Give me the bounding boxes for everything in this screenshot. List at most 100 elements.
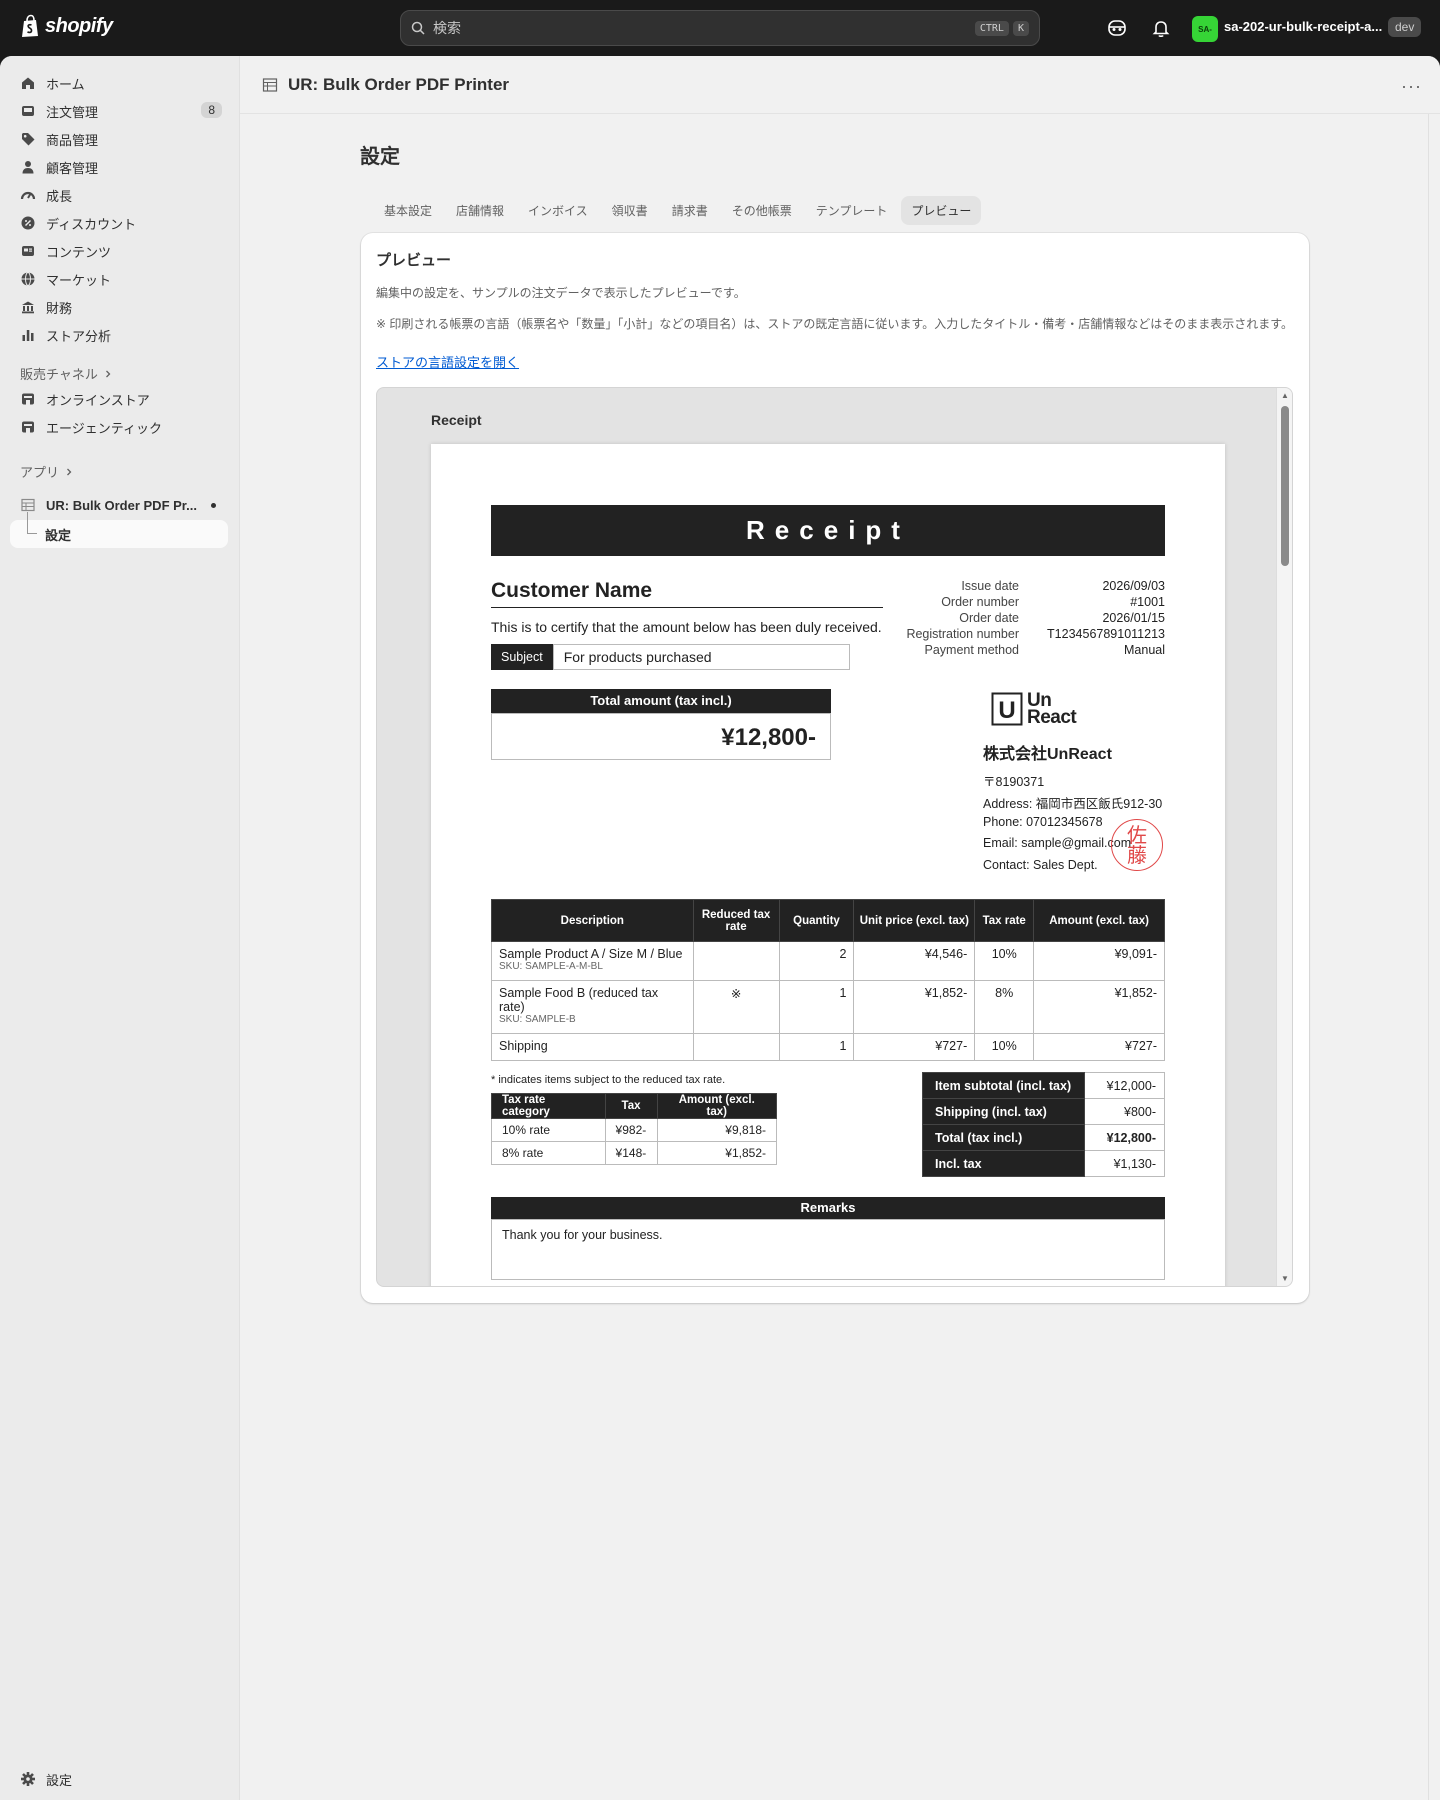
chevron-right-icon bbox=[67, 468, 72, 475]
cell-description: Sample Product A / Size M / Blue SKU: SAM… bbox=[491, 941, 694, 981]
sidebar-item-online-store[interactable]: オンラインストア bbox=[10, 386, 228, 412]
sidebar-item-label: 設定 bbox=[46, 1772, 73, 1788]
summary-label: Shipping (incl. tax) bbox=[921, 1098, 1086, 1125]
sidebar-item-agentic[interactable]: エージェンティック bbox=[10, 414, 228, 440]
store-language-link[interactable]: ストアの言語設定を開く bbox=[376, 352, 519, 371]
tab-other-docs[interactable]: その他帳票 bbox=[722, 196, 802, 225]
line-items-table: Description Reduced tax rate Quantity Un… bbox=[491, 899, 1165, 1061]
scroll-up-icon[interactable]: ▲ bbox=[1281, 391, 1289, 400]
company-address: Address: 福岡市西区飯氏912-30 bbox=[983, 797, 1163, 811]
tab-bill[interactable]: 請求書 bbox=[662, 196, 718, 225]
tab-store-info[interactable]: 店舗情報 bbox=[446, 196, 514, 225]
sidebar-item-customers[interactable]: 顧客管理 bbox=[10, 154, 228, 180]
sidebar-item-content[interactable]: コンテンツ bbox=[10, 238, 228, 264]
settings-tabs: 基本設定 店舗情報 インボイス 領収書 請求書 その他帳票 テンプレート プレビ… bbox=[374, 196, 982, 225]
apps-header[interactable]: アプリ bbox=[20, 462, 73, 481]
receipt-meta: Issue date 2026/09/03 Order number #1001 O… bbox=[901, 578, 1165, 658]
summary-value: ¥12,000- bbox=[1084, 1072, 1165, 1099]
sidebar-item-growth[interactable]: 成長 bbox=[10, 182, 228, 208]
company-email: Email: sample@gmail.com bbox=[983, 836, 1132, 850]
shopify-logo[interactable]: shopify bbox=[20, 14, 113, 38]
sidebar-item-orders[interactable]: 注文管理 8 bbox=[10, 98, 228, 124]
card-title: プレビュー bbox=[376, 252, 452, 269]
sidebar-item-app[interactable]: UR: Bulk Order PDF Pr... bbox=[10, 492, 228, 518]
cell-qty: 1 bbox=[778, 980, 855, 1034]
cell-reduced: ※ bbox=[692, 980, 780, 1034]
meta-key: Payment method bbox=[924, 643, 1020, 657]
seal-char-bottom: 藤 bbox=[1127, 843, 1147, 867]
receipt-preview-frame[interactable]: Receipt ▲ ▼ Receipt Customer Name This i… bbox=[376, 387, 1293, 1287]
top-bar: shopify 検索 CTRL K SA- sa-202-ur-bulk-rec… bbox=[0, 0, 1440, 56]
sidebar-item-label: エージェンティック bbox=[46, 420, 162, 436]
sidebar-item-settings[interactable]: 設定 bbox=[10, 1766, 72, 1792]
sidebar-item-home[interactable]: ホーム bbox=[10, 70, 228, 96]
sidebar-item-label: マーケット bbox=[46, 272, 112, 288]
gear-icon bbox=[21, 1772, 35, 1786]
sidebar-item-finance[interactable]: 財務 bbox=[10, 294, 228, 320]
apps-label: アプリ bbox=[20, 465, 60, 480]
store-avatar[interactable]: SA- bbox=[1192, 16, 1218, 42]
tab-preview[interactable]: プレビュー bbox=[901, 196, 982, 225]
table-header-row: Description Reduced tax rate Quantity Un… bbox=[491, 899, 1165, 942]
preview-scrollbar[interactable]: ▲ ▼ bbox=[1276, 388, 1292, 1286]
inbox-icon bbox=[22, 106, 34, 116]
meta-key: Order date bbox=[959, 611, 1019, 625]
store-icon bbox=[22, 393, 34, 405]
cell-tax-category: 10% rate bbox=[491, 1118, 606, 1142]
scroll-thumb[interactable] bbox=[1281, 406, 1289, 566]
sidebar-item-label: 顧客管理 bbox=[46, 160, 99, 176]
meta-key: Order number bbox=[941, 595, 1019, 609]
main-content: UR: Bulk Order PDF Printer ··· 設定 基本設定 店… bbox=[240, 56, 1440, 1800]
search-input[interactable]: 検索 CTRL K bbox=[400, 10, 1040, 46]
summary-value: ¥12,800- bbox=[1084, 1124, 1165, 1151]
customer-name: Customer Name bbox=[491, 579, 883, 608]
remarks-label: Remarks bbox=[491, 1197, 1165, 1219]
summary-label: Incl. tax bbox=[921, 1150, 1086, 1177]
col-unit-price: Unit price (excl. tax) bbox=[853, 899, 976, 942]
summary-value: ¥800- bbox=[1084, 1098, 1165, 1125]
brand-name: shopify bbox=[45, 14, 113, 37]
table-row: Shipping 1 ¥727- 10% ¥727- bbox=[491, 1033, 1165, 1061]
sales-channels-header[interactable]: 販売チャネル bbox=[20, 364, 112, 383]
shortcut-ctrl: CTRL bbox=[974, 20, 1009, 36]
company-contact: Contact: Sales Dept. bbox=[983, 858, 1098, 872]
col-tax-rate: Tax rate bbox=[974, 899, 1035, 942]
more-actions-button[interactable]: ··· bbox=[1401, 76, 1422, 97]
cell-tax-amount: ¥1,852- bbox=[656, 1141, 778, 1165]
tab-receipt[interactable]: 領収書 bbox=[602, 196, 658, 225]
tab-invoice[interactable]: インボイス bbox=[518, 196, 598, 225]
sidebar-item-markets[interactable]: マーケット bbox=[10, 266, 228, 292]
item-name: Sample Food B (reduced tax rate) bbox=[499, 986, 659, 1014]
cell-tax: ¥148- bbox=[604, 1141, 658, 1165]
cell-reduced bbox=[692, 941, 780, 981]
tab-template[interactable]: テンプレート bbox=[806, 196, 898, 225]
tab-basic[interactable]: 基本設定 bbox=[374, 196, 442, 225]
company-phone: Phone: 07012345678 bbox=[983, 815, 1103, 829]
sidekick-icon[interactable] bbox=[1106, 17, 1128, 39]
cell-unit: ¥1,852- bbox=[853, 980, 976, 1034]
totals-summary-table: Item subtotal (incl. tax) ¥12,000- Shippi… bbox=[921, 1072, 1165, 1177]
col-tax: Tax bbox=[604, 1093, 658, 1119]
orders-count-badge: 8 bbox=[201, 102, 222, 118]
scroll-down-icon[interactable]: ▼ bbox=[1281, 1274, 1289, 1283]
store-name[interactable]: sa-202-ur-bulk-receipt-a... bbox=[1224, 19, 1382, 34]
meta-key: Registration number bbox=[906, 627, 1019, 641]
person-icon bbox=[22, 161, 34, 174]
card-description: 編集中の設定を、サンプルの注文データで表示したプレビューです。 bbox=[376, 286, 746, 300]
gauge-icon bbox=[20, 191, 36, 200]
company-name: 株式会社UnReact bbox=[983, 746, 1112, 763]
summary-label: Item subtotal (incl. tax) bbox=[921, 1072, 1086, 1099]
meta-value: 2026/09/03 bbox=[1102, 579, 1165, 593]
sidebar-item-discounts[interactable]: ディスカウント bbox=[10, 210, 228, 236]
sidebar-item-products[interactable]: 商品管理 bbox=[10, 126, 228, 152]
globe-icon bbox=[21, 272, 35, 286]
summary-row: Shipping (incl. tax) ¥800- bbox=[921, 1098, 1165, 1125]
meta-row: Order number #1001 bbox=[901, 594, 1165, 610]
sidebar-item-analytics[interactable]: ストア分析 bbox=[10, 322, 228, 348]
sidebar-item-app-settings[interactable]: 設定 bbox=[10, 512, 228, 548]
sidebar-item-label: オンラインストア bbox=[46, 392, 150, 408]
seal-char-top: 佐 bbox=[1127, 823, 1147, 847]
main-scrollbar[interactable] bbox=[1428, 114, 1440, 1800]
admin-frame: ホーム 注文管理 8 商品管理 顧客管理 成長 ディスカウント コンテンツ マー… bbox=[0, 56, 1440, 1800]
bell-icon[interactable] bbox=[1150, 17, 1172, 39]
